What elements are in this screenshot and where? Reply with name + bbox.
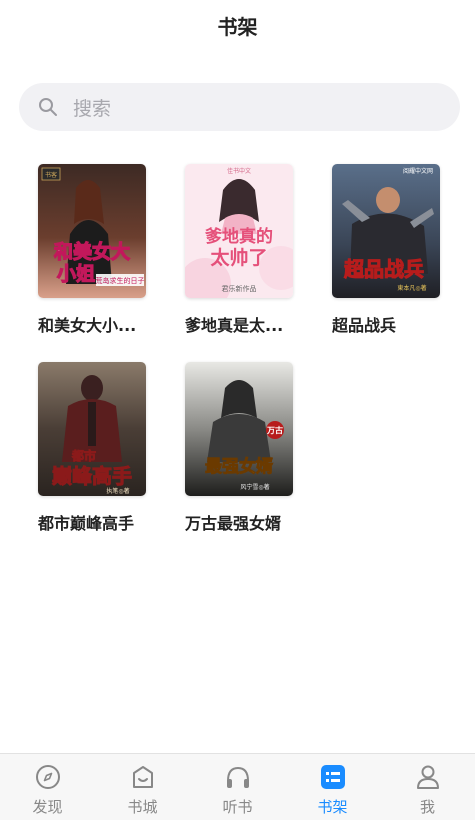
cover-title-line1: 都市 (71, 448, 96, 463)
bottom-tab-bar: 发现 书城 听书 书架 我 (0, 753, 475, 820)
cover-title-line1: 和美女大 (54, 240, 130, 263)
book-item[interactable]: 万古 最强女婿 风宁雪◎著 万古最强女婿 (185, 362, 293, 534)
book-item[interactable]: 爹地真的 太帅了 君乐新作品 佳书中文 爹地真是太... (185, 164, 293, 336)
tab-audiobooks[interactable]: 听书 (190, 754, 285, 820)
cover-badge: 阅耀中文网 (403, 167, 433, 175)
tab-label: 发现 (32, 798, 63, 816)
cover-subtitle: 東本凡◎著 (397, 284, 426, 292)
store-bag-icon (129, 763, 157, 791)
tab-label: 书架 (317, 798, 348, 816)
top-bar: 书架 (0, 0, 475, 50)
cover-subtitle: 执笔◎著 (106, 487, 129, 495)
book-cover[interactable]: 爹地真的 太帅了 君乐新作品 佳书中文 (185, 164, 293, 298)
tab-bookshelf[interactable]: 书架 (285, 754, 380, 820)
cover-title-line2: 巅峰高手 (52, 464, 132, 488)
headphones-icon (224, 763, 252, 791)
cover-badge: 佳书中文 (227, 167, 251, 175)
book-cover[interactable]: 超品战兵 東本凡◎著 阅耀中文网 (332, 164, 440, 298)
tab-bookstore[interactable]: 书城 (95, 754, 190, 820)
tab-me[interactable]: 我 (380, 754, 475, 820)
user-icon (414, 763, 442, 791)
cover-title-line2: 小姐 (57, 262, 95, 285)
book-cover[interactable]: 和美女大 小姐 荒岛求生的日子 书客 (38, 164, 146, 298)
tab-label: 听书 (222, 798, 253, 816)
cover-title-line1: 超品战兵 (343, 257, 424, 281)
book-title: 都市巅峰高手 (38, 514, 135, 533)
book-title: 超品战兵 (332, 316, 397, 335)
cover-subtitle: 风宁雪◎著 (240, 483, 269, 491)
search-icon (37, 96, 59, 118)
tab-discover[interactable]: 发现 (0, 754, 95, 820)
cover-badge: 书客 (45, 171, 57, 179)
bookshelf-list-icon (319, 763, 347, 791)
cover-title-line2: 太帅了 (210, 246, 267, 269)
book-title: 和美女大小... (38, 316, 137, 335)
book-cover[interactable]: 都市 巅峰高手 执笔◎著 (38, 362, 146, 496)
cover-subtitle: 君乐新作品 (222, 284, 257, 293)
cover-title-line1: 爹地真的 (204, 226, 273, 247)
book-item[interactable]: 超品战兵 東本凡◎著 阅耀中文网 超品战兵 (332, 164, 440, 336)
tab-label: 书城 (127, 798, 158, 816)
cover-title-line2: 最强女婿 (205, 456, 273, 477)
book-item[interactable]: 和美女大 小姐 荒岛求生的日子 书客 和美女大小... (38, 164, 146, 336)
page-title: 书架 (217, 14, 258, 39)
book-item[interactable]: 都市 巅峰高手 执笔◎著 都市巅峰高手 (38, 362, 146, 534)
compass-icon (34, 763, 62, 791)
tab-label: 我 (419, 798, 435, 816)
book-cover[interactable]: 万古 最强女婿 风宁雪◎著 (185, 362, 293, 496)
search-bar[interactable]: 搜索 (19, 83, 460, 131)
search-placeholder: 搜索 (73, 97, 112, 120)
cover-subtitle: 荒岛求生的日子 (96, 276, 145, 285)
book-title: 爹地真是太... (185, 316, 284, 335)
cover-title-line1: 万古 (266, 425, 283, 435)
book-title: 万古最强女婿 (185, 514, 282, 533)
